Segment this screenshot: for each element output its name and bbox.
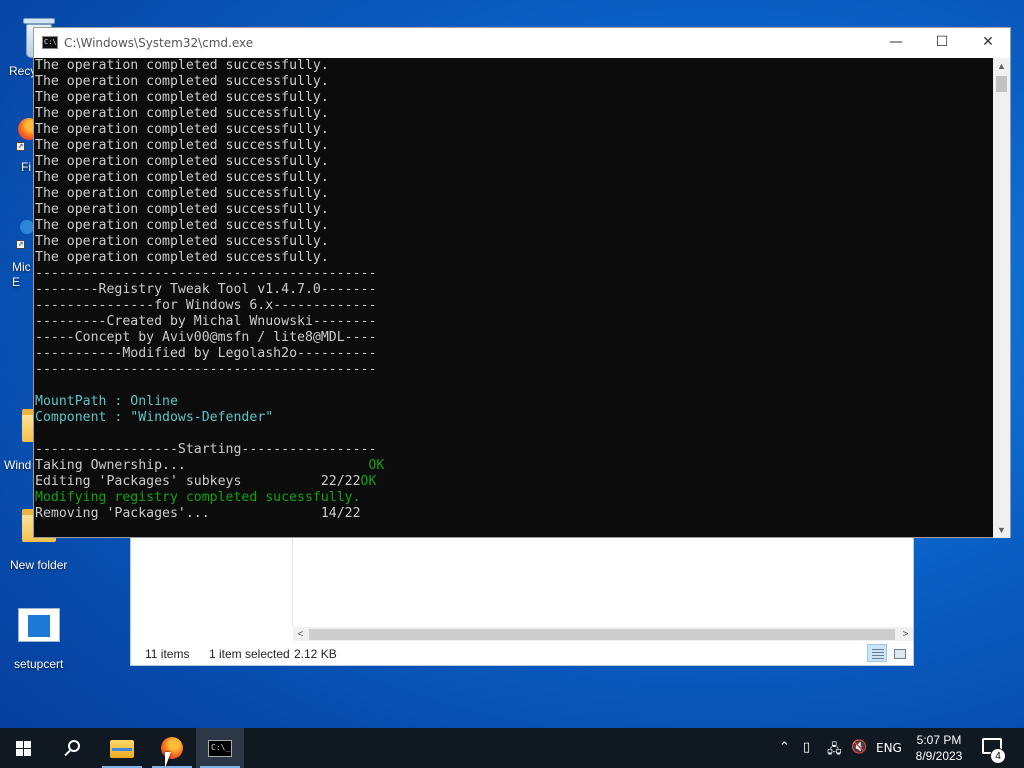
clock[interactable]: 5:07 PM 8/9/2023: [906, 732, 972, 764]
mount-path-line: MountPath : Online: [35, 394, 995, 410]
device-icon[interactable]: ▯: [803, 740, 810, 755]
horizontal-scrollbar[interactable]: < >: [293, 627, 913, 642]
banner-concept: -----Concept by Aviv00@msfn / lite8@MDL-…: [35, 330, 377, 345]
desktop-icon-label: Fi: [21, 160, 31, 174]
desktop-icon-label: New folder: [10, 558, 68, 572]
step-editing-packages: Editing 'Packages' subkeys 22/22OK: [35, 474, 995, 490]
taskbar-file-explorer[interactable]: [98, 728, 146, 768]
search-button[interactable]: [48, 728, 96, 768]
banner-tool-name: --------Registry Tweak Tool v1.4.7.0----…: [35, 282, 377, 297]
console-line: The operation completed successfully.: [35, 170, 329, 185]
notification-count-badge: 4: [990, 748, 1006, 764]
console-line: The operation completed successfully.: [35, 234, 329, 249]
network-icon[interactable]: 🖧: [827, 740, 842, 762]
scrollbar-thumb[interactable]: [996, 76, 1007, 92]
minimize-button[interactable]: —: [873, 28, 919, 57]
desktop-icon-label: Wind: [4, 458, 32, 472]
language-indicator[interactable]: ENG: [876, 741, 902, 755]
console-line: The operation completed successfully.: [35, 138, 329, 153]
banner-platform: ---------------for Windows 6.x----------…: [35, 298, 377, 313]
desktop-icon-label: Mic E: [12, 260, 31, 289]
console-line: The operation completed successfully.: [35, 218, 329, 233]
step-modifying-registry: Modifying registry completed sucessfully…: [35, 490, 995, 506]
cmd-icon: C:\_: [208, 740, 232, 757]
shortcut-arrow-icon: ↗: [16, 240, 25, 249]
file-explorer-icon: [110, 740, 134, 758]
shortcut-arrow-icon: ↗: [16, 142, 25, 151]
details-view-icon: [872, 649, 884, 659]
title-bar[interactable]: C:\ C:\Windows\System32\cmd.exe — ☐ ✕: [34, 28, 1010, 58]
console-line: The operation completed successfully.: [35, 250, 329, 265]
console-line: The operation completed successfully.: [35, 202, 329, 217]
step-text: Taking Ownership...: [35, 458, 369, 473]
step-status-ok: OK: [360, 474, 377, 489]
cmd-window[interactable]: C:\ C:\Windows\System32\cmd.exe — ☐ ✕ Th…: [33, 27, 1011, 538]
large-icons-view-icon: [894, 649, 906, 659]
mount-path-value: Online: [130, 394, 178, 409]
console-separator: ----------------------------------------…: [35, 266, 377, 281]
step-removing-packages: Removing 'Packages'... 14/22: [35, 506, 995, 522]
console-line: The operation completed successfully.: [35, 122, 329, 137]
maximize-button[interactable]: ☐: [919, 28, 965, 57]
window-title: C:\Windows\System32\cmd.exe: [64, 36, 254, 50]
navigation-pane[interactable]: [131, 537, 293, 627]
windows-logo-icon: [16, 741, 32, 756]
component-label: Component :: [35, 410, 131, 425]
scroll-right-icon[interactable]: >: [898, 627, 913, 642]
console-line: The operation completed successfully.: [35, 74, 329, 89]
details-view-button[interactable]: [867, 644, 887, 662]
cmd-app-icon[interactable]: C:\: [42, 36, 58, 49]
start-button[interactable]: [0, 728, 48, 768]
selection-count: 1 item selected: [209, 647, 290, 661]
volume-muted-icon[interactable]: 🔇: [851, 740, 867, 755]
show-hidden-icons-chevron-up-icon[interactable]: ⌃: [779, 740, 790, 755]
edge-icon: [20, 220, 34, 234]
taskbar-cmd[interactable]: C:\_: [196, 728, 244, 768]
step-taking-ownership: Taking Ownership... OK: [35, 458, 995, 474]
step-text: Modifying registry completed sucessfully…: [35, 490, 361, 505]
search-icon: [68, 740, 80, 752]
step-text: Removing 'Packages'... 14/22: [35, 506, 361, 521]
large-icons-view-button[interactable]: [889, 644, 909, 662]
vertical-scrollbar[interactable]: ▲ ▼: [993, 58, 1010, 538]
mount-path-label: MountPath :: [35, 394, 131, 409]
console-line: The operation completed successfully.: [35, 186, 329, 201]
item-count: 11 items: [145, 647, 190, 661]
mouse-cursor-icon: [165, 752, 177, 768]
console-output[interactable]: The operation completed successfully. Th…: [34, 58, 995, 538]
banner-modified: -----------Modified by Legolash2o-------…: [35, 346, 377, 361]
starting-header: ------------------Starting--------------…: [35, 442, 377, 457]
step-text: Editing 'Packages' subkeys 22/22: [35, 474, 361, 489]
console-line: The operation completed successfully.: [35, 58, 329, 73]
clock-time: 5:07 PM: [916, 733, 962, 747]
file-explorer-window: < > 11 items 1 item selected 2.12 KB: [130, 537, 914, 666]
scroll-left-icon[interactable]: <: [293, 627, 308, 642]
console-line: The operation completed successfully.: [35, 106, 329, 121]
console-separator: ----------------------------------------…: [35, 362, 377, 377]
close-button[interactable]: ✕: [965, 28, 1011, 57]
setupcert-file-icon: [18, 608, 60, 642]
status-bar: 11 items 1 item selected 2.12 KB: [131, 641, 913, 665]
selection-size: 2.12 KB: [294, 647, 337, 661]
console-line: The operation completed successfully.: [35, 90, 329, 105]
step-status-ok: OK: [368, 458, 385, 473]
scroll-down-icon[interactable]: ▼: [993, 522, 1010, 538]
taskbar: C:\_ ⌃ ▯ 🖧 🔇 ENG 5:07 PM 8/9/2023 4: [0, 728, 1024, 768]
console-line: The operation completed successfully.: [35, 154, 329, 169]
banner-author: ---------Created by Michal Wnuowski-----…: [35, 314, 377, 329]
component-line: Component : "Windows-Defender": [35, 410, 995, 426]
desktop-icon-label: setupcert: [14, 657, 64, 671]
clock-date: 8/9/2023: [915, 749, 963, 763]
scroll-up-icon[interactable]: ▲: [993, 58, 1010, 74]
component-value: "Windows-Defender": [130, 410, 274, 425]
scrollbar-thumb[interactable]: [309, 629, 895, 640]
